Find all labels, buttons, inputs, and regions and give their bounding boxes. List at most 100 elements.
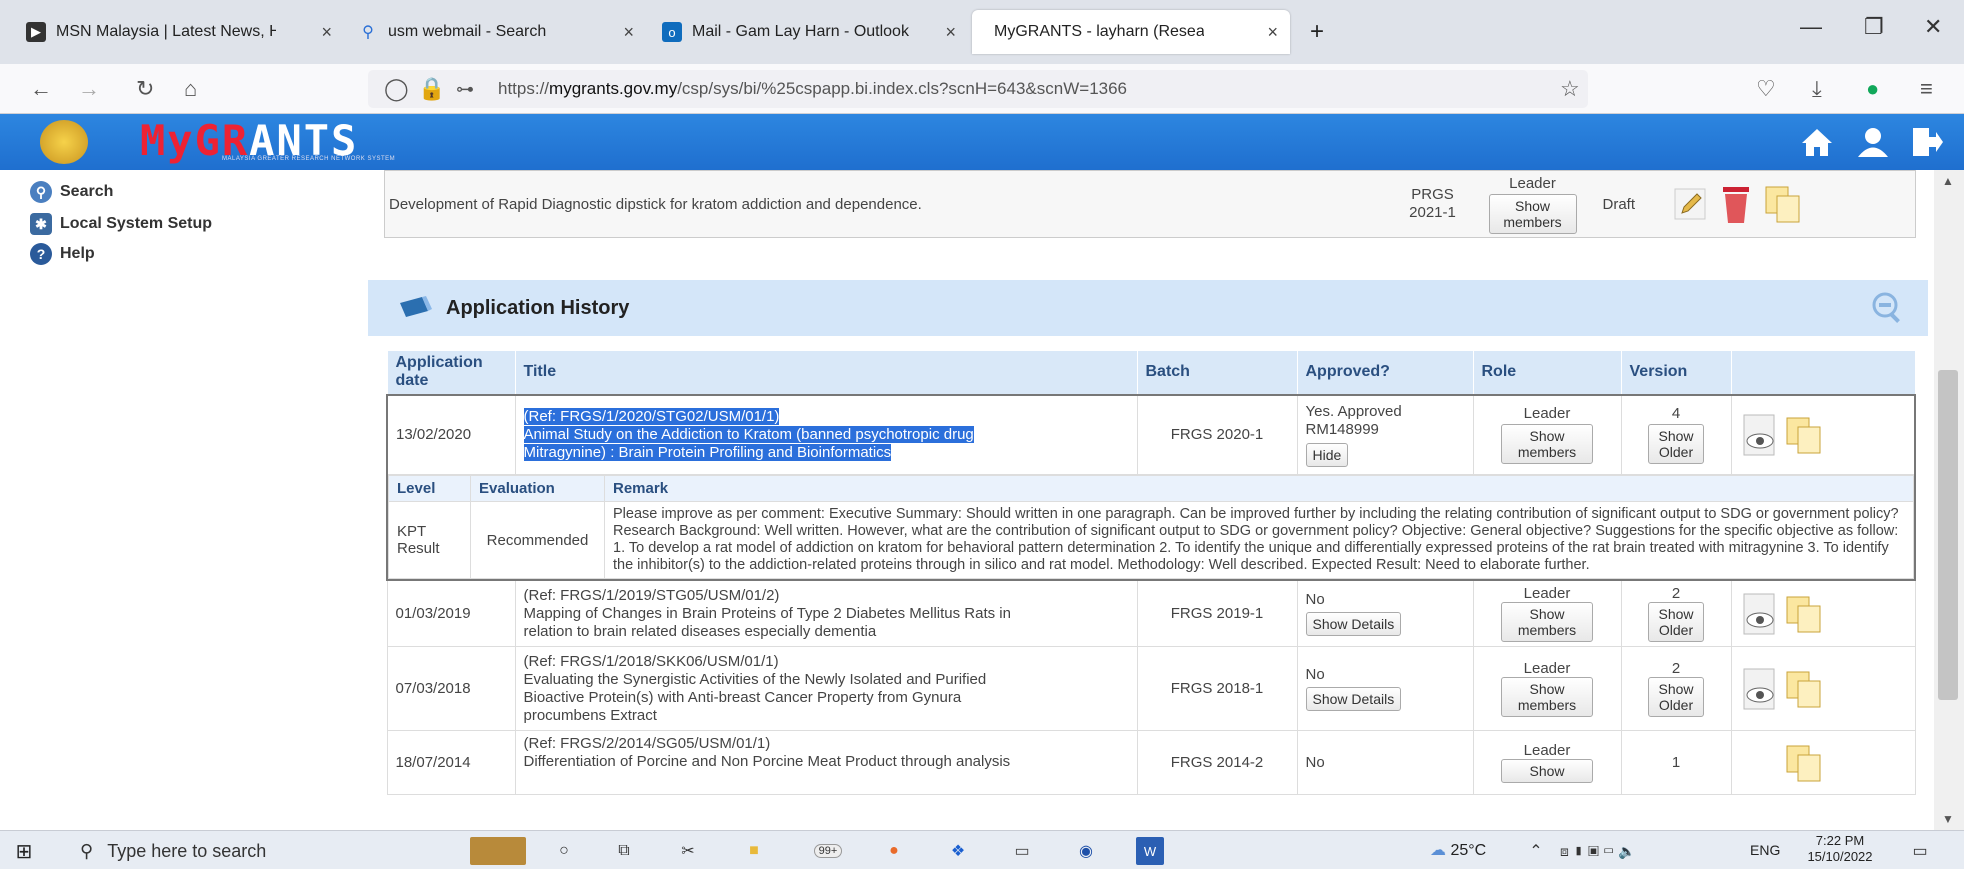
show-details-button[interactable]: Show Details: [1305, 687, 1402, 711]
col-evaluation: Evaluation: [470, 475, 605, 502]
copy-document-icon[interactable]: [1784, 743, 1824, 783]
snipping-tool-icon[interactable]: ✂: [674, 837, 702, 865]
tray-chevron-icon[interactable]: ⌃: [1522, 837, 1550, 865]
row-actions: [1730, 730, 1916, 795]
show-older-button[interactable]: Show Older: [1648, 677, 1704, 717]
cortana-icon[interactable]: ○: [550, 837, 578, 865]
mail-app-icon[interactable]: 99+: [800, 837, 856, 865]
show-details-button[interactable]: Show Details: [1305, 612, 1402, 636]
menu-icon[interactable]: ≡: [1920, 76, 1933, 102]
close-tab-icon[interactable]: ×: [321, 22, 332, 43]
url-prefix: https://: [498, 79, 550, 98]
notifications-icon[interactable]: ▭: [1906, 837, 1934, 865]
home-icon[interactable]: [1800, 126, 1834, 158]
logout-icon[interactable]: [1910, 126, 1944, 158]
show-members-button[interactable]: Show members: [1501, 602, 1593, 642]
close-window-icon[interactable]: ✕: [1924, 14, 1942, 40]
col-batch: Batch: [1136, 350, 1298, 395]
word-icon[interactable]: W: [1136, 837, 1164, 865]
edit-pencil-icon[interactable]: [1673, 187, 1707, 221]
row-title[interactable]: (Ref: FRGS/1/2020/STG02/USM/01/1) Animal …: [514, 393, 1138, 475]
lock-icon: 🔒: [418, 76, 446, 101]
new-tab-button[interactable]: +: [1298, 10, 1336, 54]
bookmark-star-icon[interactable]: ☆: [1560, 76, 1580, 102]
sidebar-item-search[interactable]: ⚲ Search: [30, 178, 365, 206]
msn-icon: ▶: [26, 22, 46, 42]
tray-icons[interactable]: ⧈ ▮ ▣ ▭ 🔈: [1560, 837, 1740, 865]
app-icon[interactable]: ◉: [1072, 837, 1100, 865]
row-actions: [1730, 393, 1916, 475]
firefox-icon[interactable]: ●: [880, 837, 908, 865]
table-header-row: Application date Title Batch Approved? R…: [386, 350, 1916, 395]
tab-mygrants[interactable]: MyGRANTS - layharn (Researcher) ×: [972, 10, 1290, 54]
scrollbar-thumb[interactable]: [1938, 370, 1958, 700]
account-icon[interactable]: ●: [1866, 76, 1879, 102]
scroll-down-icon[interactable]: ▼: [1942, 812, 1954, 826]
close-tab-icon[interactable]: ×: [945, 22, 956, 43]
close-tab-icon[interactable]: ×: [623, 22, 634, 43]
home-icon[interactable]: ⌂: [184, 76, 197, 102]
col-version: Version: [1620, 350, 1732, 395]
weather-widget-icon[interactable]: [470, 837, 526, 865]
file-explorer-icon[interactable]: ■: [740, 837, 768, 865]
minimize-icon[interactable]: —: [1800, 14, 1822, 40]
shield-icon[interactable]: ◯: [384, 76, 409, 102]
view-eye-icon[interactable]: [1740, 667, 1780, 711]
sidebar-item-help[interactable]: ? Help: [30, 240, 365, 268]
language-indicator[interactable]: ENG: [1750, 842, 1780, 858]
zoom-out-icon[interactable]: [1872, 292, 1904, 324]
trash-icon[interactable]: [1719, 183, 1753, 225]
col-application-date: Application date: [386, 350, 516, 395]
reload-icon[interactable]: ↻: [136, 76, 154, 102]
windows-start-icon[interactable]: ⊞: [10, 837, 38, 865]
show-older-button[interactable]: Show Older: [1648, 424, 1704, 465]
restore-icon[interactable]: ❐: [1864, 14, 1884, 40]
sidebar-item-local-system-setup[interactable]: ✱ Local System Setup: [30, 210, 365, 238]
row-approved: No: [1296, 730, 1474, 795]
dropbox-icon[interactable]: ❖: [944, 837, 972, 865]
hide-button[interactable]: Hide: [1305, 442, 1349, 467]
row-version: 2 Show Older: [1620, 646, 1732, 731]
tab-msn[interactable]: ▶ MSN Malaysia | Latest News, Hc ×: [14, 10, 344, 54]
col-remark: Remark: [604, 475, 1914, 502]
row-date: 01/03/2019: [386, 579, 516, 647]
tab-outlook-mail[interactable]: o Mail - Gam Lay Harn - Outlook ×: [650, 10, 968, 54]
row-title[interactable]: (Ref: FRGS/2/2014/SG05/USM/01/1) Differen…: [514, 730, 1138, 795]
malaysia-crest-logo: [40, 120, 88, 164]
back-icon[interactable]: ←: [30, 76, 52, 102]
sidebar: ⚲ Search ✱ Local System Setup ? Help: [0, 170, 365, 830]
clock[interactable]: 7:22 PM 15/10/2022: [1800, 833, 1880, 865]
user-icon[interactable]: [1856, 126, 1890, 158]
task-view-icon[interactable]: ⧉: [610, 837, 638, 865]
tab-usm-webmail[interactable]: ⚲ usm webmail - Search ×: [346, 10, 646, 54]
copy-document-icon[interactable]: [1763, 184, 1803, 224]
row-batch: FRGS 2019-1: [1136, 579, 1298, 647]
pocket-icon[interactable]: ♡: [1756, 76, 1776, 102]
scroll-up-icon[interactable]: ▲: [1942, 174, 1954, 188]
help-icon: ?: [30, 243, 52, 265]
copy-document-icon[interactable]: [1784, 415, 1824, 455]
view-eye-icon[interactable]: [1740, 413, 1780, 457]
draft-role: Leader: [1509, 174, 1556, 192]
draft-role-cell: Leader Show members: [1481, 171, 1585, 238]
show-members-button[interactable]: Show members: [1501, 677, 1593, 717]
col-title: Title: [514, 350, 1138, 395]
forward-icon[interactable]: →: [78, 76, 100, 102]
copy-document-icon[interactable]: [1784, 669, 1824, 709]
row-title[interactable]: (Ref: FRGS/1/2019/STG05/USM/01/2) Mapping…: [514, 579, 1138, 647]
copy-document-icon[interactable]: [1784, 594, 1824, 634]
view-eye-icon[interactable]: [1740, 592, 1780, 636]
show-members-button[interactable]: Show: [1501, 759, 1593, 783]
weather-status[interactable]: ☁ 25°C: [1430, 840, 1486, 860]
download-icon[interactable]: ⤓: [1812, 76, 1822, 102]
show-older-button[interactable]: Show Older: [1648, 602, 1704, 642]
page-scrollbar[interactable]: ▲ ▼: [1934, 170, 1964, 830]
taskbar-search-box[interactable]: ⚲ Type here to search: [80, 837, 400, 865]
show-members-button[interactable]: Show members: [1501, 424, 1593, 465]
row-title[interactable]: (Ref: FRGS/1/2018/SKK06/USM/01/1) Evaluat…: [514, 646, 1138, 731]
key-icon: ⊶: [456, 79, 474, 99]
amazon-icon[interactable]: ▭: [1008, 837, 1036, 865]
close-tab-icon[interactable]: ×: [1267, 22, 1278, 43]
show-members-button[interactable]: Show members: [1488, 193, 1577, 234]
address-bar[interactable]: https://mygrants.gov.my/csp/sys/bi/%25cs…: [368, 70, 1588, 108]
